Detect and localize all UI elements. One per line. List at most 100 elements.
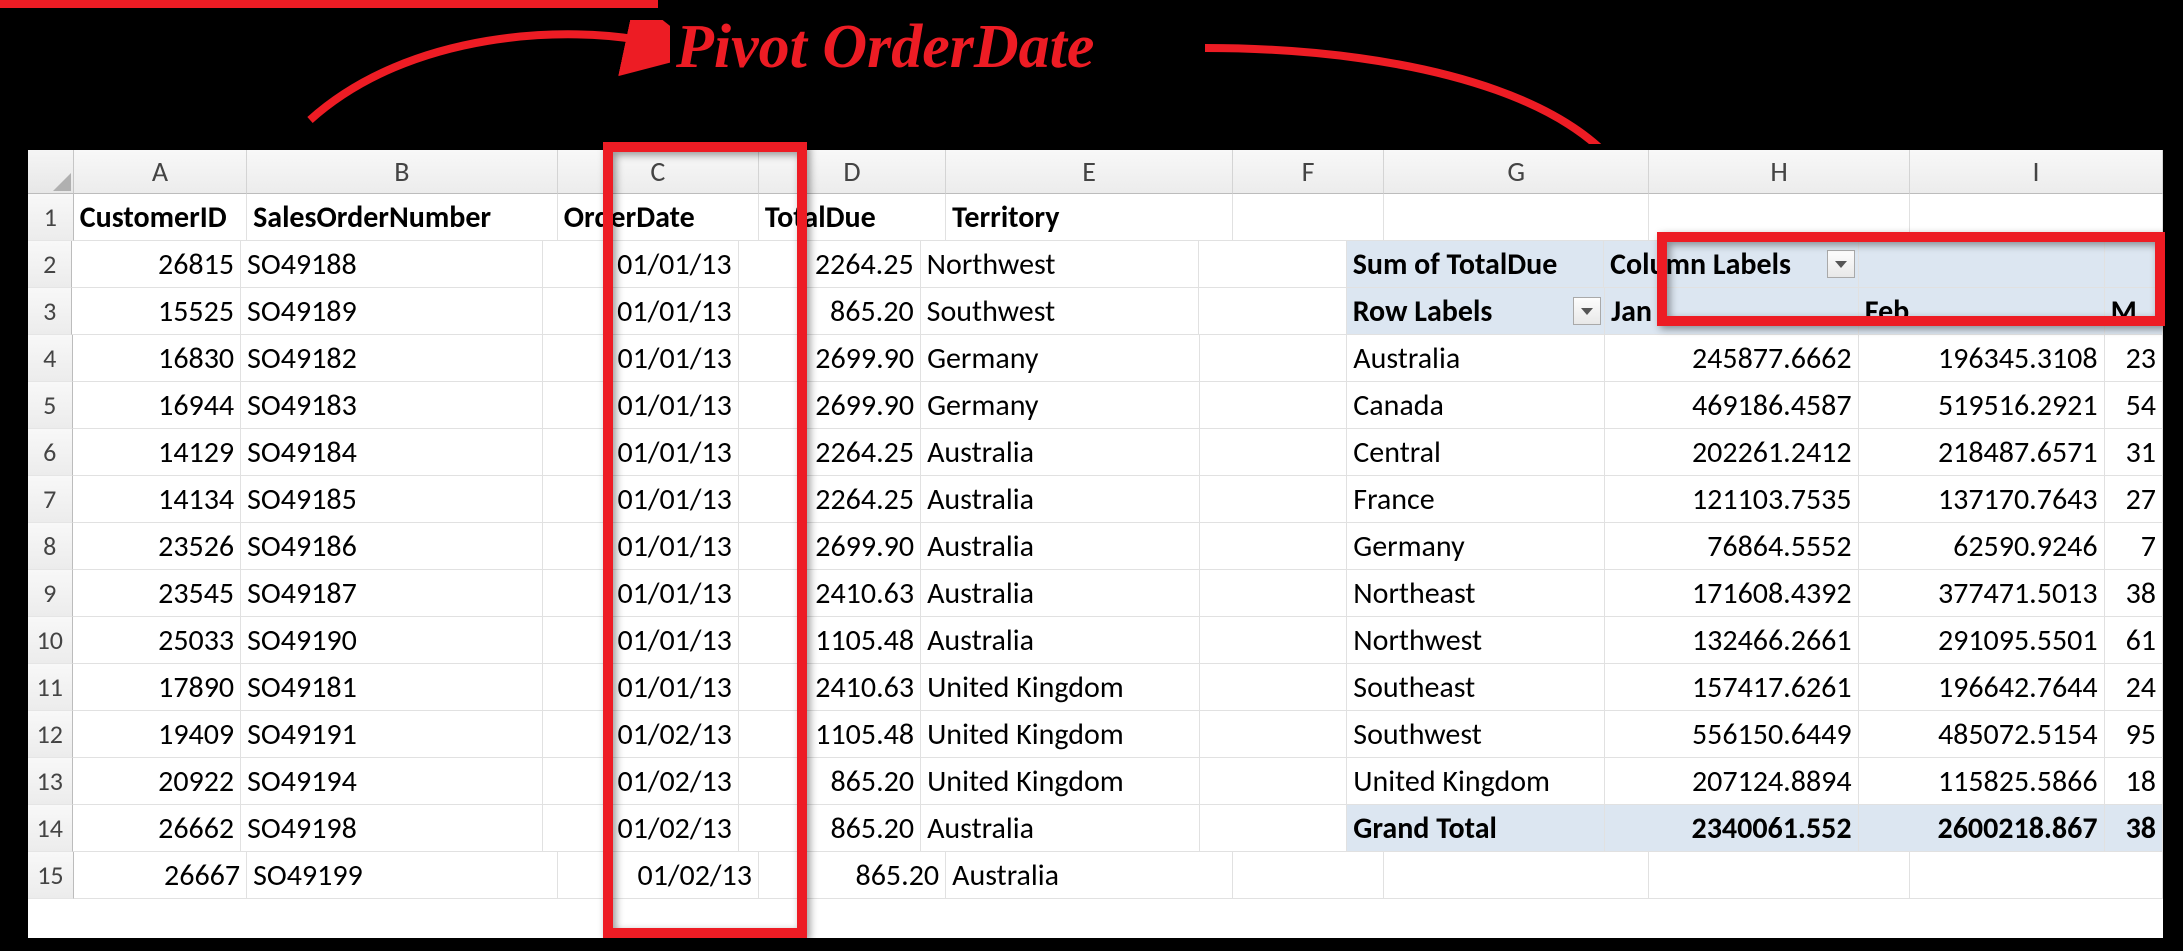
cell-totaldue[interactable]: 865.20 [739, 758, 921, 805]
filter-dropdown-icon[interactable] [1573, 297, 1601, 325]
pivot-value-partial[interactable]: 95 [2105, 711, 2163, 758]
pivot-measure-label[interactable]: Sum of TotalDue [1347, 241, 1604, 288]
cell-orderdate[interactable]: 01/01/13 [543, 523, 739, 570]
header-salesordernumber[interactable]: SalesOrderNumber [247, 194, 558, 241]
cell-totaldue[interactable]: 2264.25 [739, 429, 921, 476]
pivot-value[interactable]: 196642.7644 [1859, 664, 2105, 711]
row-header[interactable]: 14 [28, 805, 73, 852]
cell-salesordernumber[interactable]: SO49186 [241, 523, 543, 570]
pivot-value[interactable]: 157417.6261 [1605, 664, 1859, 711]
cell-customerid[interactable]: 14129 [73, 429, 242, 476]
cell-totaldue[interactable]: 2264.25 [739, 476, 921, 523]
pivot-col-jan[interactable]: Jan [1605, 288, 1859, 335]
cell-totaldue[interactable]: 2264.25 [739, 241, 921, 288]
cell-territory[interactable]: Australia [921, 429, 1200, 476]
pivot-value[interactable]: 121103.7535 [1605, 476, 1859, 523]
cell-salesordernumber[interactable]: SO49191 [241, 711, 543, 758]
cell[interactable] [1200, 523, 1347, 570]
pivot-grand-total-value[interactable]: 2340061.552 [1605, 805, 1859, 852]
cell-orderdate[interactable]: 01/02/13 [558, 852, 759, 899]
cell-salesordernumber[interactable]: SO49189 [241, 288, 543, 335]
cell-customerid[interactable]: 16944 [73, 382, 242, 429]
cell-customerid[interactable]: 26815 [72, 241, 241, 288]
cell-customerid[interactable]: 23545 [73, 570, 242, 617]
cell-customerid[interactable]: 26667 [74, 852, 247, 899]
row-header[interactable]: 6 [28, 429, 73, 476]
cell-customerid[interactable]: 23526 [73, 523, 242, 570]
cell-totaldue[interactable]: 2699.90 [739, 382, 921, 429]
cell[interactable] [2105, 241, 2163, 288]
pivot-value-partial[interactable]: 7 [2105, 523, 2163, 570]
pivot-row-labels[interactable]: Row Labels [1347, 288, 1605, 335]
cell-totaldue[interactable]: 865.20 [759, 852, 946, 899]
cell[interactable] [1233, 852, 1384, 899]
header-orderdate[interactable]: OrderDate [558, 194, 759, 241]
cell-totaldue[interactable]: 865.20 [739, 805, 921, 852]
cell-totaldue[interactable]: 2410.63 [739, 570, 921, 617]
cell[interactable] [1649, 194, 1910, 241]
col-header-F[interactable]: F [1233, 150, 1384, 194]
pivot-value[interactable]: 469186.4587 [1605, 382, 1859, 429]
cell-totaldue[interactable]: 2699.90 [739, 335, 921, 382]
pivot-value[interactable]: 196345.3108 [1859, 335, 2105, 382]
row-header[interactable]: 12 [28, 711, 73, 758]
cell-totaldue[interactable]: 2410.63 [739, 664, 921, 711]
col-header-A[interactable]: A [74, 150, 247, 194]
pivot-value[interactable]: 556150.6449 [1605, 711, 1859, 758]
cell-territory[interactable]: United Kingdom [921, 758, 1200, 805]
pivot-value[interactable]: 291095.5501 [1859, 617, 2105, 664]
pivot-value-partial[interactable]: 23 [2105, 335, 2163, 382]
pivot-row-label[interactable]: France [1347, 476, 1605, 523]
pivot-col-feb[interactable]: Feb [1859, 288, 2105, 335]
pivot-row-label[interactable]: Southwest [1347, 711, 1605, 758]
cell-territory[interactable]: Australia [921, 570, 1200, 617]
pivot-value[interactable]: 202261.2412 [1605, 429, 1859, 476]
cell[interactable] [1384, 852, 1649, 899]
col-header-B[interactable]: B [247, 150, 558, 194]
cell-customerid[interactable]: 17890 [73, 664, 242, 711]
pivot-row-label[interactable]: Canada [1347, 382, 1605, 429]
cell[interactable] [1910, 852, 2163, 899]
cell-totaldue[interactable]: 865.20 [739, 288, 921, 335]
row-header[interactable]: 3 [28, 288, 72, 335]
cell[interactable] [1200, 382, 1347, 429]
pivot-value[interactable]: 115825.5866 [1859, 758, 2105, 805]
cell-territory[interactable]: United Kingdom [921, 711, 1200, 758]
cell-orderdate[interactable]: 01/02/13 [543, 805, 739, 852]
row-header[interactable]: 13 [28, 758, 73, 805]
row-header[interactable]: 2 [28, 241, 72, 288]
col-header-G[interactable]: G [1384, 150, 1649, 194]
cell-salesordernumber[interactable]: SO49181 [241, 664, 543, 711]
pivot-grand-total-value[interactable]: 2600218.867 [1859, 805, 2105, 852]
col-header-C[interactable]: C [558, 150, 759, 194]
pivot-value[interactable]: 62590.9246 [1859, 523, 2105, 570]
cell-orderdate[interactable]: 01/01/13 [543, 382, 739, 429]
pivot-value[interactable]: 245877.6662 [1605, 335, 1859, 382]
pivot-value[interactable]: 519516.2921 [1859, 382, 2105, 429]
cell[interactable] [1200, 429, 1347, 476]
cell[interactable] [1200, 476, 1347, 523]
cell[interactable] [1200, 335, 1347, 382]
pivot-value[interactable]: 218487.6571 [1859, 429, 2105, 476]
cell-salesordernumber[interactable]: SO49184 [241, 429, 543, 476]
pivot-value[interactable]: 132466.2661 [1605, 617, 1859, 664]
row-header[interactable]: 4 [28, 335, 73, 382]
cell-territory[interactable]: Australia [921, 805, 1200, 852]
cell-orderdate[interactable]: 01/01/13 [543, 429, 739, 476]
pivot-row-label[interactable]: United Kingdom [1347, 758, 1605, 805]
cell-salesordernumber[interactable]: SO49199 [247, 852, 558, 899]
cell[interactable] [1200, 805, 1347, 852]
pivot-value-partial[interactable]: 18 [2105, 758, 2163, 805]
cell[interactable] [1649, 852, 1910, 899]
pivot-value[interactable]: 485072.5154 [1859, 711, 2105, 758]
cell-orderdate[interactable]: 01/01/13 [543, 617, 739, 664]
cell-territory[interactable]: Germany [921, 335, 1200, 382]
row-header[interactable]: 11 [28, 664, 73, 711]
row-header[interactable]: 8 [28, 523, 73, 570]
cell-territory[interactable]: Australia [921, 617, 1200, 664]
pivot-value[interactable]: 76864.5552 [1605, 523, 1859, 570]
pivot-row-label[interactable]: Australia [1347, 335, 1605, 382]
cell-salesordernumber[interactable]: SO49194 [241, 758, 543, 805]
cell-orderdate[interactable]: 01/01/13 [543, 241, 739, 288]
row-header[interactable]: 7 [28, 476, 73, 523]
